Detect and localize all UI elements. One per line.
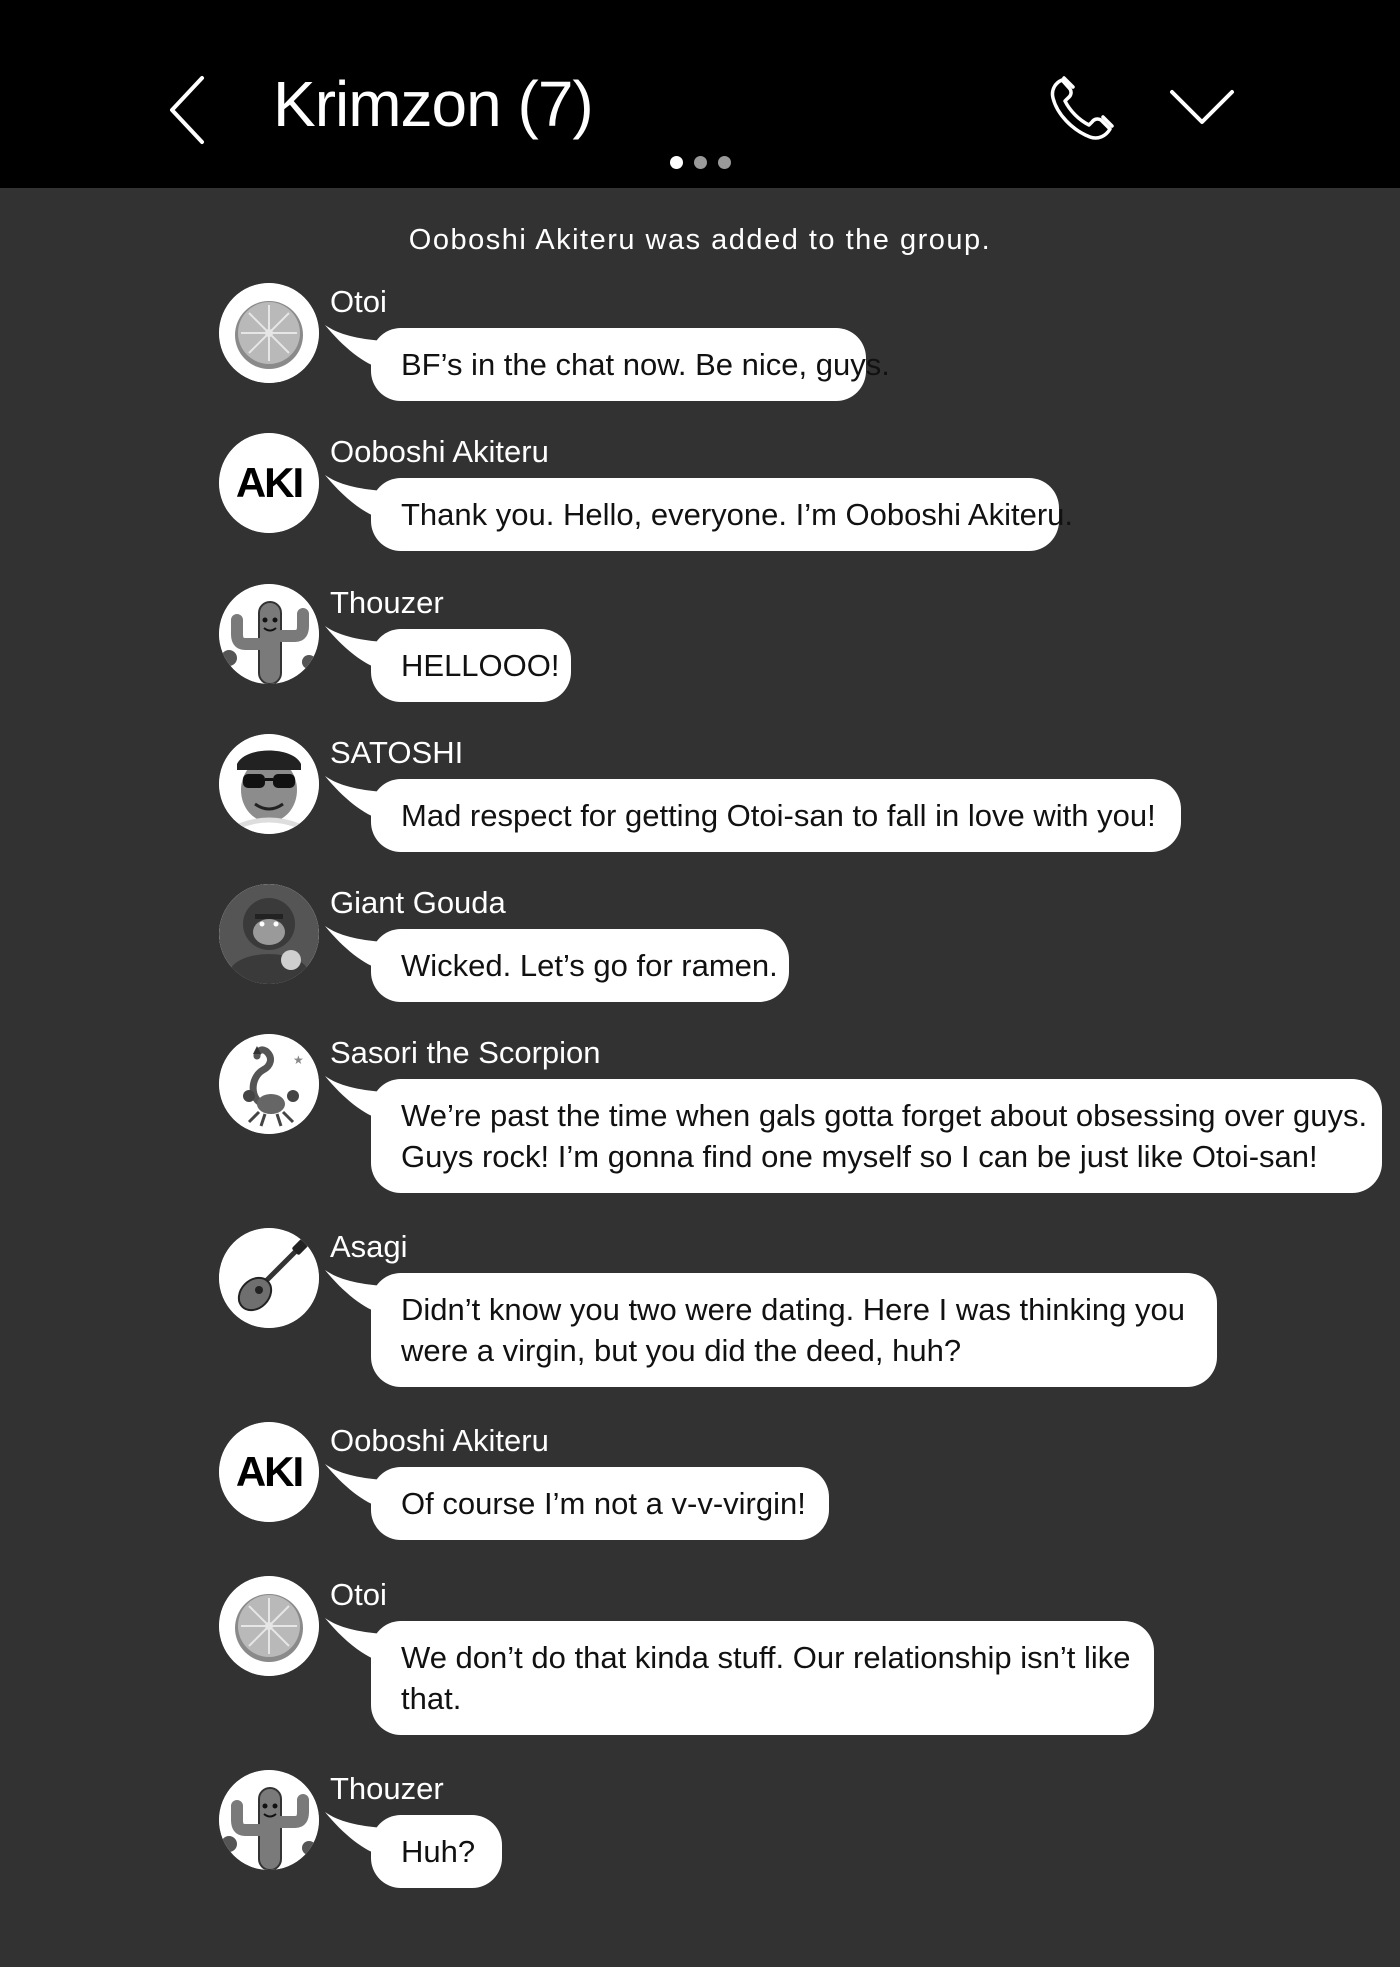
message-sender: Otoi: [330, 1577, 387, 1612]
call-button[interactable]: [1046, 74, 1116, 144]
message-text-line: Thank you. Hello, everyone. I’m Ooboshi …: [401, 497, 1073, 532]
sunglasses-man-avatar[interactable]: [219, 734, 319, 834]
orange-slice-icon: [219, 1576, 319, 1676]
message-bubble[interactable]: We don’t do that kinda stuff. Our relati…: [371, 1621, 1154, 1735]
message-text-line: HELLOOO!: [401, 648, 560, 683]
message-bubble[interactable]: We’re past the time when gals gotta forg…: [371, 1079, 1382, 1193]
message-text-line: Of course I’m not a v-v-virgin!: [401, 1486, 806, 1521]
sunglasses-man-icon: [219, 734, 319, 834]
aki-logo-icon: AKI: [219, 1422, 319, 1522]
scorpion-avatar[interactable]: ★: [219, 1034, 319, 1134]
gorilla-icon: [219, 884, 319, 984]
message-text-line: Didn’t know you two were dating. Here I …: [401, 1292, 1186, 1327]
message-text-line: were a virgin, but you did the deed, huh…: [401, 1333, 962, 1368]
message-sender: Asagi: [330, 1229, 408, 1264]
message-sender: Thouzer: [330, 585, 444, 620]
message-bubble[interactable]: Wicked. Let’s go for ramen.: [371, 929, 789, 1002]
system-message: Ooboshi Akiteru was added to the group.: [408, 224, 992, 256]
message-text-line: that.: [401, 1681, 462, 1716]
page-dot-3[interactable]: [718, 156, 731, 169]
aki-text-avatar[interactable]: AKI: [219, 433, 319, 533]
back-button[interactable]: [160, 70, 220, 150]
message-text-line: We don’t do that kinda stuff. Our relati…: [401, 1640, 1131, 1675]
message-text-line: Mad respect for getting Otoi-san to fall…: [401, 798, 1156, 833]
message-bubble[interactable]: Huh?: [371, 1815, 502, 1888]
message-bubble[interactable]: Didn’t know you two were dating. Here I …: [371, 1273, 1217, 1387]
chevron-down-icon: [1170, 90, 1234, 124]
message-bubble[interactable]: HELLOOO!: [371, 629, 571, 702]
guitar-avatar[interactable]: [219, 1228, 319, 1328]
page-indicator: [670, 156, 731, 170]
message-text-line: Wicked. Let’s go for ramen.: [401, 948, 778, 983]
aki-text-avatar[interactable]: AKI: [219, 1422, 319, 1522]
cactus-icon: [219, 584, 319, 684]
message-text-line: We’re past the time when gals gotta forg…: [401, 1098, 1368, 1133]
page-dot-2[interactable]: [694, 156, 707, 169]
page-dot-1[interactable]: [670, 156, 683, 169]
aki-logo-icon: AKI: [219, 433, 319, 533]
guitar-icon: [219, 1228, 319, 1328]
message-sender: Ooboshi Akiteru: [330, 434, 549, 469]
chat-header: Krimzon (7): [0, 0, 1400, 188]
chat-title: Krimzon (7): [273, 68, 594, 140]
orange-slice-avatar[interactable]: [219, 283, 319, 383]
message-bubble[interactable]: Of course I’m not a v-v-virgin!: [371, 1467, 829, 1540]
cactus-icon: [219, 1770, 319, 1870]
message-sender: Sasori the Scorpion: [330, 1035, 601, 1070]
message-text-line: Huh?: [401, 1834, 476, 1869]
orange-slice-avatar[interactable]: [219, 1576, 319, 1676]
message-sender: Ooboshi Akiteru: [330, 1423, 549, 1458]
cactus-avatar[interactable]: [219, 1770, 319, 1870]
message-sender: Thouzer: [330, 1771, 444, 1806]
message-text-line: BF’s in the chat now. Be nice, guys.: [401, 347, 890, 382]
menu-dropdown-button[interactable]: [1166, 82, 1238, 132]
gorilla-avatar[interactable]: [219, 884, 319, 984]
message-sender: Giant Gouda: [330, 885, 506, 920]
avatar-initials: AKI: [236, 459, 302, 506]
cactus-avatar[interactable]: [219, 584, 319, 684]
message-sender: SATOSHI: [330, 735, 464, 770]
scorpion-icon: ★: [219, 1034, 319, 1134]
message-sender: Otoi: [330, 284, 387, 319]
message-bubble[interactable]: Mad respect for getting Otoi-san to fall…: [371, 779, 1181, 852]
avatar-initials: AKI: [236, 1448, 302, 1495]
message-text-line: Guys rock! I’m gonna find one myself so …: [401, 1139, 1318, 1174]
orange-slice-icon: [219, 283, 319, 383]
chevron-left-icon: [170, 76, 204, 144]
svg-text:★: ★: [293, 1053, 304, 1067]
phone-icon: [1050, 76, 1114, 140]
message-bubble[interactable]: Thank you. Hello, everyone. I’m Ooboshi …: [371, 478, 1073, 551]
message-bubble[interactable]: BF’s in the chat now. Be nice, guys.: [371, 328, 890, 401]
